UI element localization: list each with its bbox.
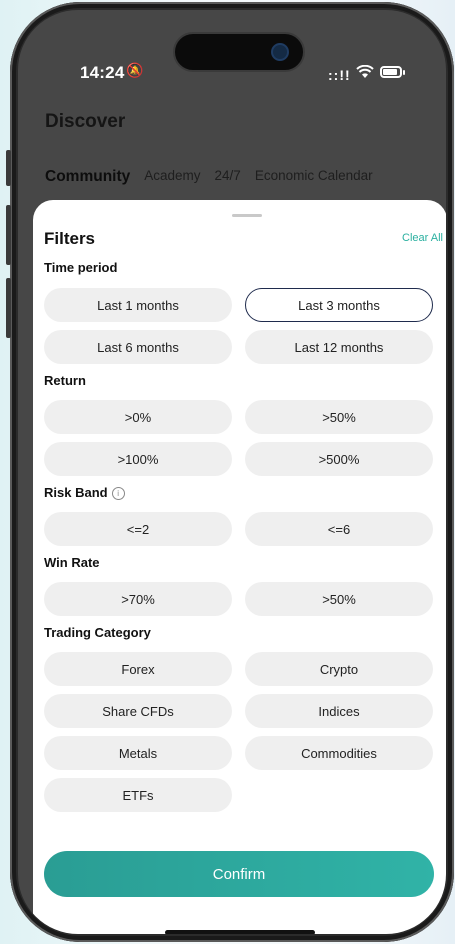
battery-icon xyxy=(380,66,402,78)
chip-risk-2[interactable]: <=2 xyxy=(44,512,232,546)
section-return: Return xyxy=(44,373,86,388)
filters-sheet: Filters Clear All Time period Last 1 mon… xyxy=(33,200,446,934)
chip-win-70[interactable]: >70% xyxy=(44,582,232,616)
tab-economic-calendar[interactable]: Economic Calendar xyxy=(255,168,373,186)
section-trading-category: Trading Category xyxy=(44,625,151,640)
chip-indices[interactable]: Indices xyxy=(245,694,433,728)
clear-all-button[interactable]: Clear All xyxy=(402,232,443,244)
sheet-title: Filters xyxy=(44,229,96,248)
home-indicator[interactable] xyxy=(165,930,315,934)
signal-icon: ::!! xyxy=(328,67,351,83)
tab-bar: Community Academy 24/7 Economic Calendar xyxy=(45,168,373,186)
tab-community[interactable]: Community xyxy=(45,168,130,186)
section-time-period: Time period xyxy=(44,260,118,275)
sheet-grabber[interactable] xyxy=(232,214,262,217)
status-bar: 14:24 🔕 ::!! xyxy=(18,10,446,90)
tab-academy[interactable]: Academy xyxy=(144,168,200,186)
chip-last-3-months[interactable]: Last 3 months xyxy=(245,288,433,322)
section-win-rate: Win Rate xyxy=(44,555,100,570)
page-title: Discover xyxy=(45,111,126,132)
battery-tip xyxy=(403,70,405,75)
chip-commodities[interactable]: Commodities xyxy=(245,736,433,770)
tab-24-7[interactable]: 24/7 xyxy=(215,168,241,186)
info-icon[interactable]: i xyxy=(111,487,125,500)
status-time: 14:24 xyxy=(80,63,125,82)
section-risk-band: Risk Band i xyxy=(44,485,125,500)
chip-return-100[interactable]: >100% xyxy=(44,442,232,476)
bell-off-icon: 🔕 xyxy=(126,62,144,78)
wifi-icon xyxy=(356,65,374,78)
chip-win-50[interactable]: >50% xyxy=(245,582,433,616)
dynamic-island xyxy=(173,32,305,72)
volume-up-button xyxy=(6,205,11,265)
chip-return-500[interactable]: >500% xyxy=(245,442,433,476)
confirm-button[interactable]: Confirm xyxy=(44,851,434,897)
volume-down-button xyxy=(6,278,11,338)
camera-icon xyxy=(271,43,289,61)
chip-crypto[interactable]: Crypto xyxy=(245,652,433,686)
mute-switch xyxy=(6,150,11,186)
phone-screen: 14:24 🔕 ::!! Discover Community Academy … xyxy=(18,10,446,934)
chip-etfs[interactable]: ETFs xyxy=(44,778,232,812)
chip-last-1-months[interactable]: Last 1 months xyxy=(44,288,232,322)
chip-last-6-months[interactable]: Last 6 months xyxy=(44,330,232,364)
chip-last-12-months[interactable]: Last 12 months xyxy=(245,330,433,364)
chip-return-50[interactable]: >50% xyxy=(245,400,433,434)
chip-return-0[interactable]: >0% xyxy=(44,400,232,434)
chip-share-cfds[interactable]: Share CFDs xyxy=(44,694,232,728)
chip-forex[interactable]: Forex xyxy=(44,652,232,686)
risk-band-label: Risk Band xyxy=(44,485,108,500)
chip-risk-6[interactable]: <=6 xyxy=(245,512,433,546)
chip-metals[interactable]: Metals xyxy=(44,736,232,770)
